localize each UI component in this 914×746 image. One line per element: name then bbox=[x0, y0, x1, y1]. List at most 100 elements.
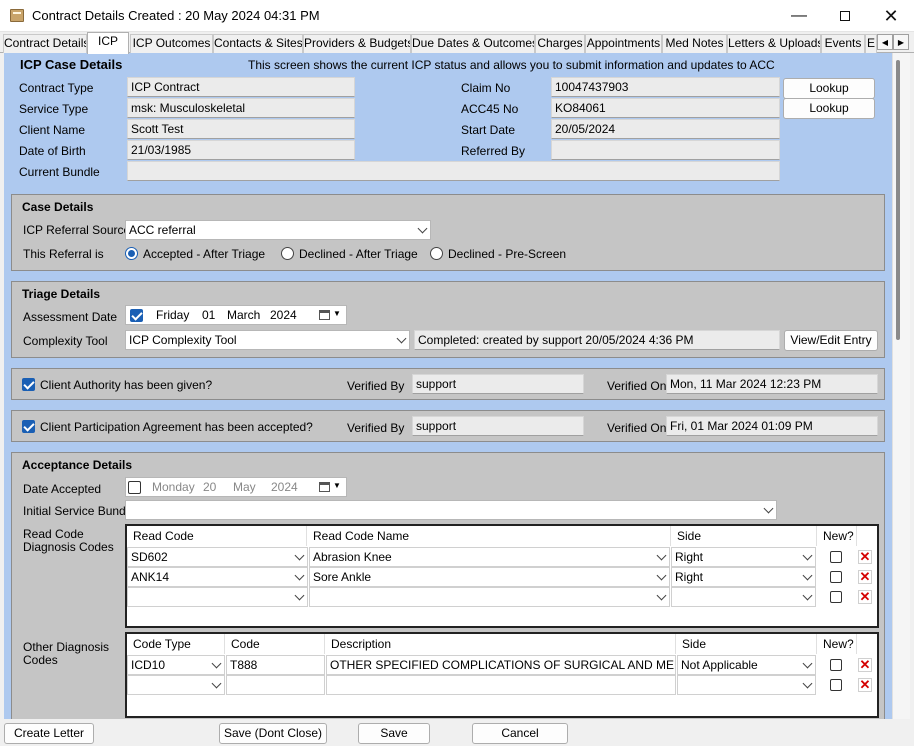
read-row-1-delete-icon[interactable]: ✕ bbox=[858, 550, 872, 564]
calendar-icon[interactable] bbox=[319, 310, 330, 320]
date-accepted-label: Date Accepted bbox=[23, 482, 102, 496]
other-row-2-delete-icon[interactable]: ✕ bbox=[858, 678, 872, 692]
calendar-icon[interactable] bbox=[319, 482, 330, 492]
read-new-header: New? bbox=[817, 526, 857, 546]
create-letter-button[interactable]: Create Letter bbox=[4, 723, 94, 744]
other-row-1-side[interactable]: Not Applicable bbox=[677, 655, 816, 675]
other-row-2-code[interactable] bbox=[226, 675, 325, 695]
initial-bundle-dropdown[interactable] bbox=[125, 500, 777, 520]
other-row-1-type[interactable]: ICD10 bbox=[127, 655, 225, 675]
assessment-year: 2024 bbox=[270, 308, 297, 322]
read-row-2-side[interactable]: Right bbox=[671, 567, 816, 587]
chevron-down-icon bbox=[211, 658, 222, 669]
assessment-day: 01 bbox=[202, 308, 216, 322]
tab-icp[interactable]: ICP bbox=[87, 32, 129, 54]
current-bundle-field[interactable] bbox=[127, 161, 780, 181]
read-row-3-name[interactable] bbox=[309, 587, 670, 607]
maximize-button[interactable] bbox=[822, 0, 868, 32]
participation-group: Client Participation Agreement has been … bbox=[11, 410, 885, 442]
participation-checkbox[interactable] bbox=[22, 420, 35, 433]
read-row-1-code[interactable]: SD602 bbox=[127, 547, 308, 567]
radio-declined-pre-screen[interactable] bbox=[430, 247, 443, 260]
other-row-2-side[interactable] bbox=[677, 675, 816, 695]
save-button[interactable]: Save bbox=[358, 723, 430, 744]
claim-lookup-button[interactable]: Lookup bbox=[783, 78, 875, 99]
read-row-2-code[interactable]: ANK14 bbox=[127, 567, 308, 587]
chevron-down-icon bbox=[656, 570, 667, 581]
referred-by-field[interactable] bbox=[551, 140, 780, 160]
read-row-2-name-text: Sore Ankle bbox=[313, 570, 372, 584]
icp-content: ICP Case Details This screen shows the c… bbox=[4, 53, 892, 719]
assessment-date-checkbox[interactable] bbox=[130, 309, 143, 322]
read-row-2-new-checkbox[interactable] bbox=[830, 571, 842, 583]
tab-letters-uploads[interactable]: Letters & Uploads bbox=[727, 34, 821, 53]
claim-no-field[interactable]: 10047437903 bbox=[551, 77, 780, 97]
scrollbar-thumb[interactable] bbox=[896, 60, 900, 340]
other-row-1-new-checkbox[interactable] bbox=[830, 659, 842, 671]
read-row-3-delete-icon[interactable]: ✕ bbox=[858, 590, 872, 604]
chevron-down-icon bbox=[802, 590, 813, 601]
other-row-2-type[interactable] bbox=[127, 675, 225, 695]
tab-contacts-sites[interactable]: Contacts & Sites bbox=[213, 34, 303, 53]
radio-accepted-after-triage[interactable] bbox=[125, 247, 138, 260]
dropdown-arrow-icon[interactable]: ▼ bbox=[333, 306, 341, 323]
minimize-button[interactable]: — bbox=[776, 0, 822, 32]
acc45-field[interactable]: KO84061 bbox=[551, 98, 780, 118]
cancel-button[interactable]: Cancel bbox=[472, 723, 568, 744]
participation-verified-on-field: Fri, 01 Mar 2024 01:09 PM bbox=[666, 416, 878, 436]
acc45-lookup-button[interactable]: Lookup bbox=[783, 98, 875, 119]
dropdown-arrow-icon[interactable]: ▼ bbox=[333, 478, 341, 495]
authority-verified-on-label: Verified On bbox=[607, 379, 667, 393]
dob-field[interactable]: 21/03/1985 bbox=[127, 140, 355, 160]
tab-more[interactable]: E bbox=[865, 34, 877, 53]
client-name-field[interactable]: Scott Test bbox=[127, 119, 355, 139]
case-heading: ICP Case Details bbox=[20, 57, 123, 72]
read-row-3-new-checkbox[interactable] bbox=[830, 591, 842, 603]
save-dont-close-button[interactable]: Save (Dont Close) bbox=[219, 723, 327, 744]
claim-no-label: Claim No bbox=[461, 81, 511, 95]
read-row-3-side[interactable] bbox=[671, 587, 816, 607]
tab-due-dates-outcomes[interactable]: Due Dates & Outcomes bbox=[411, 34, 535, 53]
other-row-1-code[interactable]: T888 bbox=[226, 655, 325, 675]
tab-med-notes[interactable]: Med Notes bbox=[662, 34, 727, 53]
contract-type-field[interactable]: ICP Contract bbox=[127, 77, 355, 97]
acc45-label: ACC45 No bbox=[461, 102, 519, 116]
read-row-1-side[interactable]: Right bbox=[671, 547, 816, 567]
other-row-2-new-checkbox[interactable] bbox=[830, 679, 842, 691]
view-edit-entry-button[interactable]: View/Edit Entry bbox=[784, 330, 878, 351]
assessment-date-picker[interactable]: Friday 01 March 2024 ▼ bbox=[125, 305, 347, 325]
read-side-header: Side bbox=[671, 526, 817, 546]
complexity-tool-dropdown[interactable]: ICP Complexity Tool bbox=[125, 330, 410, 350]
read-row-1-name[interactable]: Abrasion Knee bbox=[309, 547, 670, 567]
tab-contract-details[interactable]: Contract Details bbox=[3, 34, 87, 53]
other-row-1-description[interactable]: OTHER SPECIFIED COMPLICATIONS OF SURGICA… bbox=[326, 655, 676, 675]
chevron-down-icon bbox=[656, 550, 667, 561]
tab-providers-budgets[interactable]: Providers & Budgets bbox=[303, 34, 411, 53]
tab-appointments[interactable]: Appointments bbox=[585, 34, 662, 53]
read-row-1-name-text: Abrasion Knee bbox=[313, 550, 392, 564]
tab-icp-outcomes[interactable]: ICP Outcomes bbox=[130, 34, 213, 53]
radio-declined-after-triage[interactable] bbox=[281, 247, 294, 260]
start-date-field[interactable]: 20/05/2024 bbox=[551, 119, 780, 139]
read-row-1-new-checkbox[interactable] bbox=[830, 551, 842, 563]
client-authority-checkbox[interactable] bbox=[22, 378, 35, 391]
accepted-weekday: Monday bbox=[152, 480, 195, 494]
service-type-field[interactable]: msk: Musculoskeletal bbox=[127, 98, 355, 118]
close-button[interactable]: ✕ bbox=[868, 0, 914, 32]
vertical-scrollbar[interactable] bbox=[892, 53, 910, 719]
read-row-2-delete-icon[interactable]: ✕ bbox=[858, 570, 872, 584]
tab-charges[interactable]: Charges bbox=[535, 34, 585, 53]
tab-scroll-right-icon[interactable]: ▶ bbox=[893, 34, 909, 50]
authority-verified-by-field: support bbox=[412, 374, 584, 394]
authority-verified-on-field: Mon, 11 Mar 2024 12:23 PM bbox=[666, 374, 878, 394]
read-row-2-name[interactable]: Sore Ankle bbox=[309, 567, 670, 587]
other-row-1-delete-icon[interactable]: ✕ bbox=[858, 658, 872, 672]
date-accepted-checkbox[interactable] bbox=[128, 481, 141, 494]
tab-events[interactable]: Events bbox=[821, 34, 865, 53]
referral-source-dropdown[interactable]: ACC referral bbox=[125, 220, 431, 240]
date-accepted-picker[interactable]: Monday 20 May 2024 ▼ bbox=[125, 477, 347, 497]
chevron-down-icon bbox=[417, 223, 428, 234]
tab-scroll-left-icon[interactable]: ◀ bbox=[877, 34, 893, 50]
other-row-2-description[interactable] bbox=[326, 675, 676, 695]
read-row-3-code[interactable] bbox=[127, 587, 308, 607]
